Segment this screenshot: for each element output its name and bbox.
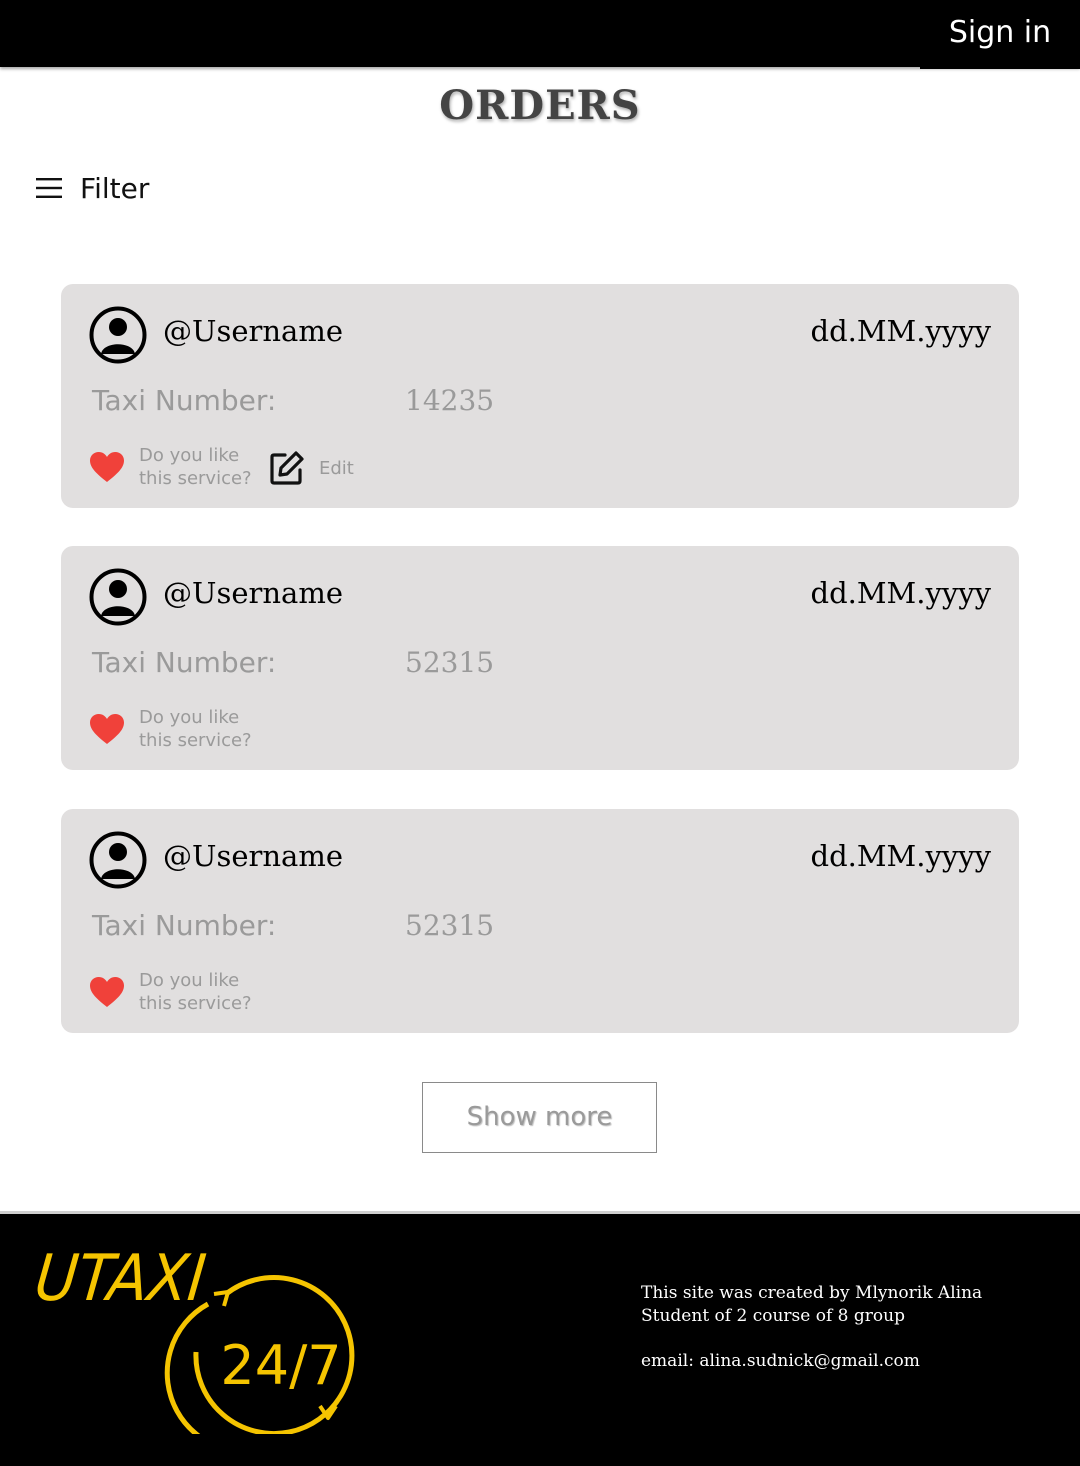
user-avatar-icon <box>89 306 147 364</box>
utaxi-logo: UTAXI 24/7 <box>36 1241 355 1434</box>
taxi-number-value: 52315 <box>405 909 495 942</box>
order-username[interactable]: @Username <box>163 839 343 873</box>
like-service-button[interactable]: Do you like this service? <box>89 706 252 752</box>
sign-in-button[interactable]: Sign in <box>920 0 1080 69</box>
taxi-number-label: Taxi Number: <box>92 646 277 679</box>
taxi-number-value: 14235 <box>405 384 495 417</box>
order-card: @Username dd.MM.yyyy Taxi Number: 14235 … <box>61 284 1019 508</box>
order-username[interactable]: @Username <box>163 576 343 610</box>
order-username[interactable]: @Username <box>163 314 343 348</box>
user-avatar-icon <box>89 831 147 889</box>
show-more-button[interactable]: Show more <box>422 1082 657 1153</box>
top-navbar: Sign in <box>0 0 1080 69</box>
user-avatar-icon <box>89 568 147 626</box>
heart-icon <box>90 977 124 1007</box>
edit-icon <box>270 451 304 485</box>
heart-icon <box>90 452 124 482</box>
heart-icon <box>90 714 124 744</box>
logo-wordmark: UTAXI <box>36 1241 209 1316</box>
like-service-text: Do you like this service? <box>139 445 252 489</box>
taxi-number-value: 52315 <box>405 646 495 679</box>
order-date: dd.MM.yyyy <box>810 314 992 348</box>
hamburger-menu-icon <box>36 178 62 198</box>
footer: UTAXI 24/7 This site was created by Mlyn… <box>0 1211 1080 1466</box>
taxi-number-label: Taxi Number: <box>92 384 277 417</box>
page-title: ORDERS <box>439 82 641 129</box>
edit-order-button[interactable]: Edit <box>269 450 354 486</box>
like-service-text: Do you like this service? <box>139 970 252 1014</box>
taxi-number-label: Taxi Number: <box>92 909 277 942</box>
footer-email[interactable]: email: alina.sudnick@gmail.com <box>641 1350 982 1373</box>
footer-credits: This site was created by Mlynorik Alina … <box>641 1282 982 1373</box>
filter-button[interactable]: Filter <box>36 168 149 208</box>
filter-label: Filter <box>80 171 150 205</box>
credit-line: This site was created by Mlynorik Alina <box>641 1283 983 1303</box>
like-service-text: Do you like this service? <box>139 707 252 751</box>
edit-label: Edit <box>319 457 354 479</box>
order-date: dd.MM.yyyy <box>810 576 992 610</box>
like-service-button[interactable]: Do you like this service? <box>89 444 252 490</box>
like-service-button[interactable]: Do you like this service? <box>89 969 252 1015</box>
order-date: dd.MM.yyyy <box>810 839 992 873</box>
order-card: @Username dd.MM.yyyy Taxi Number: 52315 … <box>61 546 1019 770</box>
logo-badge: 24/7 <box>220 1334 341 1397</box>
credit-line: Student of 2 course of 8 group <box>641 1306 905 1326</box>
order-card: @Username dd.MM.yyyy Taxi Number: 52315 … <box>61 809 1019 1033</box>
